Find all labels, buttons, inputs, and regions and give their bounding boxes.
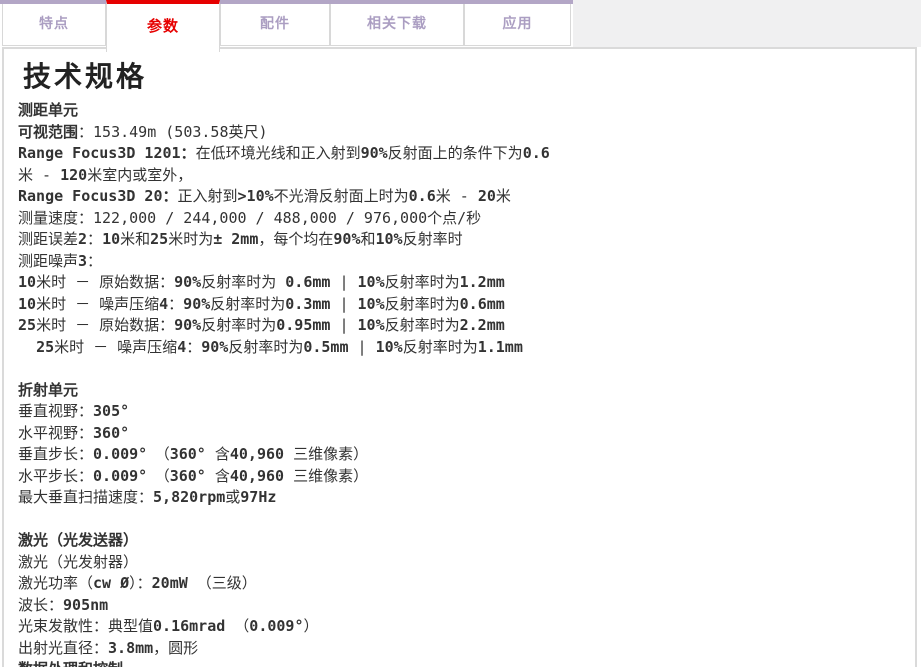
page-title: 技术规格 <box>23 60 901 94</box>
header-gray-area <box>573 0 921 47</box>
spec-line: 激光（光发射器） <box>18 552 901 574</box>
spec-section: 激光（光发送器）激光（光发射器）激光功率（cw Ø）：20mW （三级）波长：9… <box>18 530 901 659</box>
spec-line: Range Focus3D 1201：在低环境光线和正入射到90%反射面上的条件… <box>18 143 901 165</box>
content-inner: 技术规格 测距单元可视范围：153.49m (503.58英尺)Range Fo… <box>4 49 915 667</box>
spec-section: 折射单元垂直视野：305°水平视野：360°垂直步长：0.009° （360° … <box>18 380 901 509</box>
spec-section: 测距单元可视范围：153.49m (503.58英尺)Range Focus3D… <box>18 100 901 358</box>
spec-line: 米 - 120米室内或室外， <box>18 165 901 187</box>
spec-line: 测距噪声3： <box>18 251 901 273</box>
spec-line: 水平步长：0.009° （360° 含40,960 三维像素） <box>18 466 901 488</box>
spec-line: 激光功率（cw Ø）：20mW （三级） <box>18 573 901 595</box>
spec-sections: 测距单元可视范围：153.49m (503.58英尺)Range Focus3D… <box>18 100 901 667</box>
section-heading: 折射单元 <box>18 380 901 402</box>
spec-line: Range Focus3D 20：正入射到>10%不光滑反射面上时为0.6米 -… <box>18 186 901 208</box>
spec-line: 最大垂直扫描速度：5,820rpm或97Hz <box>18 487 901 509</box>
spec-line: 10米时 － 噪声压缩4：90%反射率时为0.3mm | 10%反射率时为0.6… <box>18 294 901 316</box>
section-heading: 激光（光发送器） <box>18 530 901 552</box>
spec-line: 垂直步长：0.009° （360° 含40,960 三维像素） <box>18 444 901 466</box>
spec-line: 可视范围：153.49m (503.58英尺) <box>18 122 901 144</box>
spec-line: 10米时 － 原始数据：90%反射率时为 0.6mm | 10%反射率时为1.2… <box>18 272 901 294</box>
spec-line: 水平视野：360° <box>18 423 901 445</box>
content-box: 技术规格 测距单元可视范围：153.49m (503.58英尺)Range Fo… <box>2 47 917 667</box>
spec-line: 测量速度：122,000 / 244,000 / 488,000 / 976,0… <box>18 208 901 230</box>
tab-accessories[interactable]: 配件 <box>220 4 330 46</box>
spec-line: 光束发散性：典型值0.16mrad （0.009°） <box>18 616 901 638</box>
tab-related-downloads[interactable]: 相关下载 <box>330 4 464 46</box>
section-heading: 测距单元 <box>18 100 901 122</box>
spec-line: 25米时 － 原始数据：90%反射率时为0.95mm | 10%反射率时为2.2… <box>18 315 901 337</box>
tab-features[interactable]: 特点 <box>2 4 106 46</box>
section-heading: 数据处理和控制 <box>18 659 901 667</box>
product-spec-page: 特点 参数 配件 相关下载 应用 技术规格 测距单元可视范围：153.49m (… <box>0 0 921 667</box>
spec-line: 25米时 － 噪声压缩4：90%反射率时为0.5mm | 10%反射率时为1.1… <box>18 337 901 359</box>
spec-section: 数据处理和控制 <box>18 659 901 667</box>
spec-line: 测距误差2：10米和25米时为± 2mm，每个均在90%和10%反射率时 <box>18 229 901 251</box>
spec-line: 垂直视野：305° <box>18 401 901 423</box>
tab-applications[interactable]: 应用 <box>464 4 571 46</box>
spec-line: 波长：905nm <box>18 595 901 617</box>
spec-line: 出射光直径：3.8mm，圆形 <box>18 638 901 660</box>
tab-parameters[interactable]: 参数 <box>106 0 220 52</box>
